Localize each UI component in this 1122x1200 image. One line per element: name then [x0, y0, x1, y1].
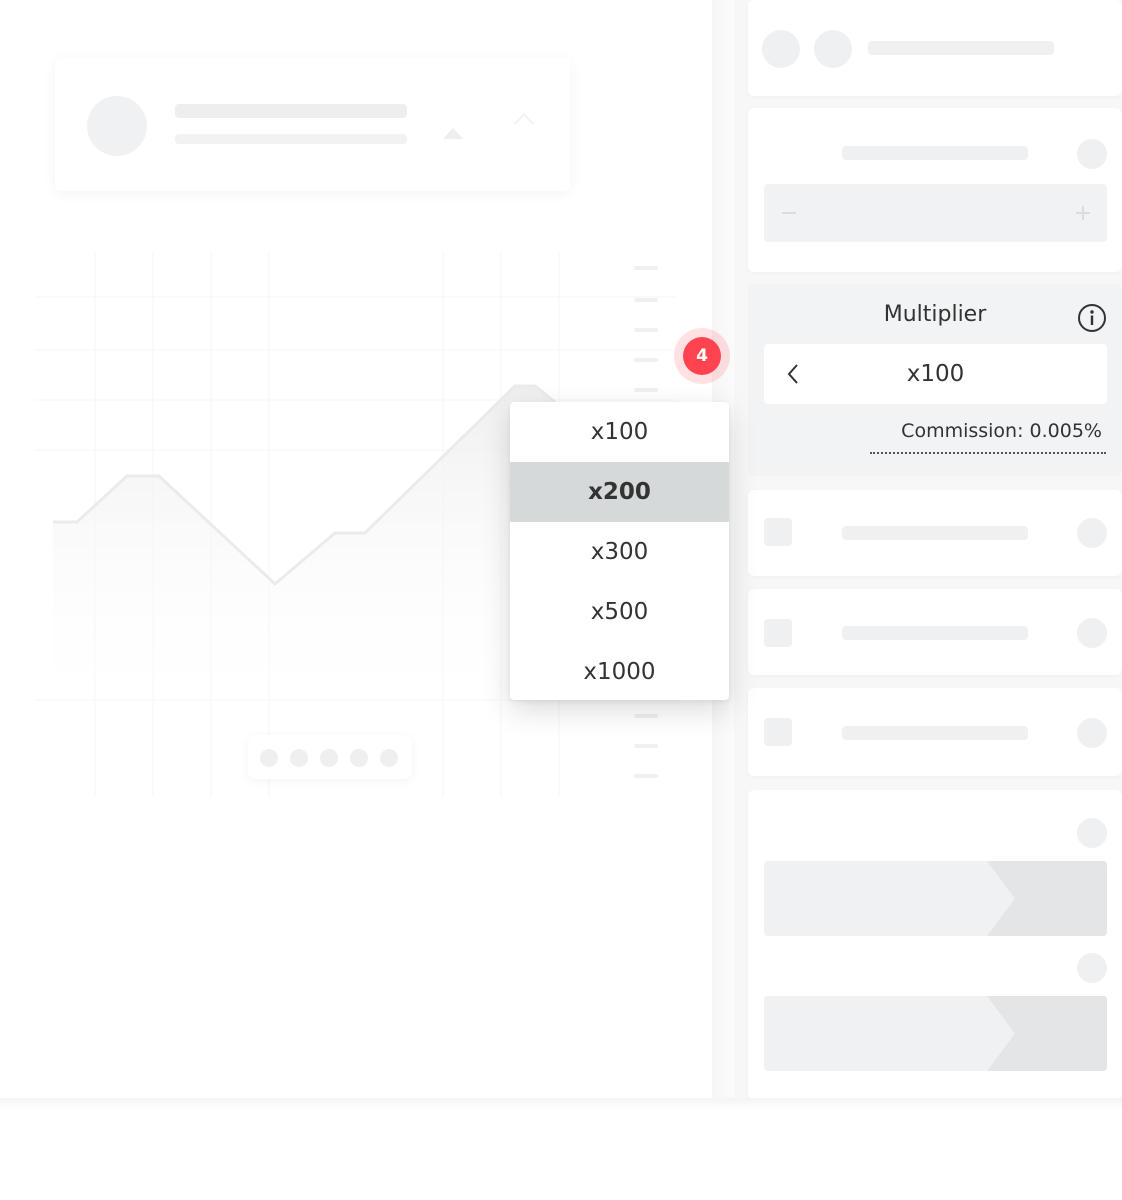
toolbar-dot[interactable]: [380, 749, 398, 767]
toolbar-dot[interactable]: [320, 749, 338, 767]
checkbox[interactable]: [764, 718, 792, 746]
step-badge: 4: [683, 337, 721, 375]
info-icon[interactable]: [1077, 953, 1107, 983]
info-icon[interactable]: [1077, 618, 1107, 648]
arrow-up-icon: [443, 128, 463, 139]
deal-cancellation-label-placeholder: [842, 726, 1028, 740]
trade-type-label-placeholder: [868, 41, 1054, 55]
trade-type-card[interactable]: [748, 0, 1122, 96]
stake-card: [748, 108, 1122, 272]
page-bottom-edge: [0, 1098, 1122, 1110]
toolbar-dot[interactable]: [260, 749, 278, 767]
commission-text[interactable]: Commission: 0.005%: [870, 420, 1106, 454]
trade-type-icon: [762, 30, 800, 68]
stake-label-placeholder: [842, 146, 1028, 160]
multiplier-select[interactable]: x100: [764, 344, 1107, 404]
asset-name-placeholder: [175, 104, 407, 118]
checkbox[interactable]: [764, 518, 792, 546]
info-icon[interactable]: [1077, 818, 1107, 848]
multiplier-selected-value: x100: [906, 361, 965, 387]
take-profit-label-placeholder: [842, 526, 1028, 540]
info-icon[interactable]: [1077, 718, 1107, 748]
multiplier-title: Multiplier: [883, 302, 987, 327]
info-icon[interactable]: [1077, 518, 1107, 548]
chart-toolbar[interactable]: [248, 735, 412, 779]
stop-loss-card[interactable]: [748, 589, 1122, 675]
checkbox[interactable]: [764, 619, 792, 647]
multiplier-option[interactable]: x500: [510, 582, 729, 642]
take-profit-card[interactable]: [748, 490, 1122, 576]
chevron-up-icon: [514, 113, 534, 133]
multiplier-dropdown[interactable]: x100 x200 x300 x500 x1000: [510, 402, 729, 700]
buy-button-arrow: [987, 861, 1107, 936]
multiplier-option[interactable]: x300: [510, 522, 729, 582]
info-icon[interactable]: [1077, 303, 1107, 333]
buy-button-arrow: [987, 996, 1107, 1071]
deal-cancellation-card[interactable]: [748, 688, 1122, 776]
info-icon[interactable]: [1077, 139, 1107, 169]
toolbar-dot[interactable]: [290, 749, 308, 767]
asset-avatar: [87, 96, 147, 156]
plus-icon-vertical: [1082, 206, 1084, 220]
multiplier-option[interactable]: x100: [510, 402, 729, 462]
multiplier-option-highlighted[interactable]: x200: [510, 462, 729, 522]
trade-type-icon: [814, 30, 852, 68]
asset-selector-card[interactable]: [55, 58, 570, 191]
stake-input[interactable]: [764, 184, 1107, 242]
buy-down-button[interactable]: [764, 996, 1107, 1071]
asset-price-placeholder: [175, 134, 407, 144]
buy-up-button[interactable]: [764, 861, 1107, 936]
chart-area-fill: [53, 386, 555, 722]
minus-icon[interactable]: [782, 212, 796, 214]
stop-loss-label-placeholder: [842, 626, 1028, 640]
toolbar-dot[interactable]: [350, 749, 368, 767]
multiplier-option[interactable]: x1000: [510, 642, 729, 700]
